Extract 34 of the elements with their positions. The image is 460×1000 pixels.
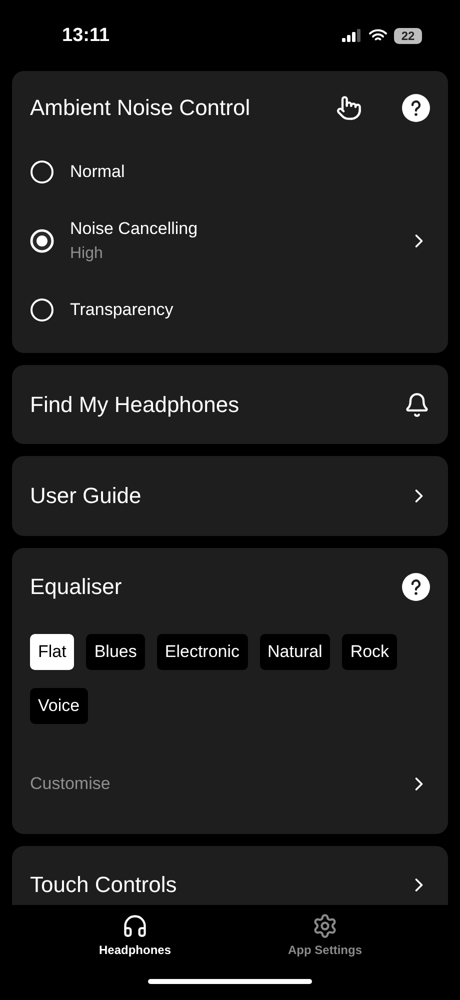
status-time: 13:11 <box>62 24 110 46</box>
preset-chip[interactable]: Blues <box>86 634 145 670</box>
wifi-icon <box>369 29 387 42</box>
preset-chip[interactable]: Flat <box>30 634 74 670</box>
radio-button[interactable] <box>30 298 54 322</box>
row-title: Find My Headphones <box>30 392 240 418</box>
preset-chip[interactable]: Electronic <box>156 634 248 670</box>
signal-icon <box>342 29 362 42</box>
option-label[interactable]: Transparency <box>70 300 430 320</box>
preset-chip[interactable]: Natural <box>260 634 330 670</box>
option-label[interactable]: Normal <box>70 162 430 182</box>
settings-row[interactable]: User Guide <box>12 456 448 536</box>
bell-icon[interactable] <box>404 392 430 418</box>
help-icon[interactable] <box>402 573 430 601</box>
customise-link[interactable]: Customise <box>30 774 408 794</box>
settings-row[interactable]: Touch Controls <box>12 846 448 905</box>
row-title: User Guide <box>30 483 142 509</box>
tab[interactable]: Headphones <box>60 913 210 957</box>
option-label[interactable]: Noise Cancelling <box>70 219 392 239</box>
settings-icon <box>312 913 338 939</box>
help-icon[interactable] <box>402 94 430 122</box>
tab[interactable]: App Settings <box>250 913 400 957</box>
hand-pointer-icon[interactable] <box>336 95 362 121</box>
radio-button[interactable] <box>30 160 54 184</box>
preset-chip[interactable]: Rock <box>342 634 398 670</box>
row-title: Touch Controls <box>30 872 178 898</box>
preset-chip[interactable]: Voice <box>30 688 88 724</box>
radio-button[interactable] <box>30 229 54 253</box>
settings-row[interactable]: Find My Headphones <box>12 365 448 444</box>
card-title: Equaliser <box>30 574 123 600</box>
option-sublabel: High <box>70 245 104 263</box>
headphones-icon <box>122 913 148 939</box>
battery-level: 22 <box>394 28 422 44</box>
card-title: Ambient Noise Control <box>30 95 252 121</box>
